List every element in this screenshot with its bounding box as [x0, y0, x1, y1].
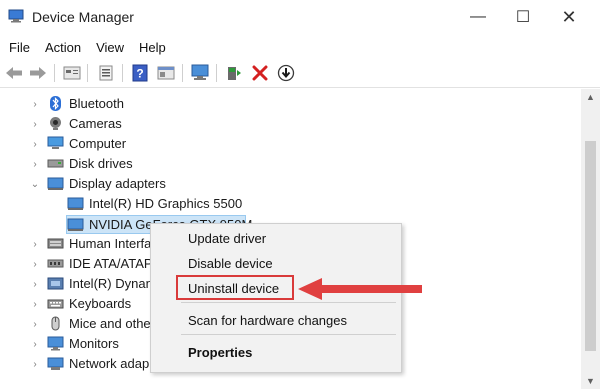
vertical-scrollbar[interactable]: ▲ ▼	[581, 89, 600, 389]
tree-item-human-interface[interactable]: Human Interfa	[69, 236, 151, 251]
chevron-down-icon[interactable]: ⌄	[30, 179, 40, 190]
update-driver-icon[interactable]	[224, 63, 244, 83]
tree-item-network-adapters[interactable]: Network adap	[69, 356, 149, 371]
hid-icon	[47, 238, 64, 249]
menu-bar: File Action View Help	[0, 36, 600, 58]
svg-text:?: ?	[136, 67, 143, 81]
window-title: Device Manager	[32, 9, 134, 25]
menu-properties[interactable]: Properties	[188, 345, 252, 360]
chevron-right-icon[interactable]: ›	[30, 319, 40, 330]
display-adapter-icon	[47, 177, 64, 190]
menu-help[interactable]: Help	[139, 40, 166, 55]
chevron-right-icon[interactable]: ›	[30, 99, 40, 110]
device-manager-icon	[8, 9, 24, 23]
tree-item-monitors[interactable]: Monitors	[69, 336, 119, 351]
back-arrow-icon[interactable]	[4, 63, 24, 83]
properties-icon[interactable]	[62, 63, 82, 83]
tree-item-keyboards[interactable]: Keyboards	[69, 296, 131, 311]
tree-item-ide-ata[interactable]: IDE ATA/ATAPI	[69, 256, 156, 271]
intel-icon	[47, 277, 64, 290]
title-bar: Device Manager — ☐ ✕	[0, 0, 600, 34]
menu-view[interactable]: View	[96, 40, 124, 55]
camera-icon	[50, 117, 61, 130]
chevron-right-icon[interactable]: ›	[30, 339, 40, 350]
tree-item-disk-drives[interactable]: Disk drives	[69, 156, 133, 171]
display-adapter-icon	[67, 218, 84, 231]
display-adapter-icon	[67, 197, 84, 210]
scroll-down-icon[interactable]: ▼	[581, 373, 600, 389]
menu-scan-hardware[interactable]: Scan for hardware changes	[188, 313, 347, 328]
uninstall-icon[interactable]	[250, 63, 270, 83]
keyboard-icon	[47, 299, 64, 309]
menu-file[interactable]: File	[9, 40, 30, 55]
menu-disable-device[interactable]: Disable device	[188, 256, 273, 271]
close-button[interactable]: ✕	[546, 0, 592, 34]
help-icon[interactable]: ?	[130, 63, 150, 83]
tree-item-mice[interactable]: Mice and othe	[69, 316, 151, 331]
mouse-icon	[51, 316, 60, 331]
chevron-right-icon[interactable]: ›	[30, 259, 40, 270]
monitor-icon	[47, 336, 64, 351]
chevron-right-icon[interactable]: ›	[30, 299, 40, 310]
menu-separator	[181, 302, 396, 303]
ide-icon	[47, 259, 64, 268]
chevron-right-icon[interactable]: ›	[30, 139, 40, 150]
menu-action[interactable]: Action	[45, 40, 81, 55]
pointer-arrow-icon	[298, 278, 422, 300]
minimize-button[interactable]: —	[455, 0, 501, 34]
scroll-thumb[interactable]	[585, 141, 596, 351]
tree-item-bluetooth[interactable]: Bluetooth	[69, 96, 124, 111]
menu-separator	[181, 334, 396, 335]
scroll-up-icon[interactable]: ▲	[581, 89, 600, 105]
chevron-right-icon[interactable]: ›	[30, 279, 40, 290]
chevron-right-icon[interactable]: ›	[30, 239, 40, 250]
disk-drive-icon	[47, 159, 64, 168]
uninstall-highlight-box	[176, 275, 294, 300]
network-icon	[47, 357, 64, 370]
toolbar: ?	[0, 60, 600, 88]
tree-item-display-adapters[interactable]: Display adapters	[69, 176, 166, 191]
forward-arrow-icon[interactable]	[28, 63, 48, 83]
resource-view-icon[interactable]	[156, 63, 176, 83]
monitor-icon[interactable]	[190, 63, 210, 83]
tree-item-intel-hd-graphics[interactable]: Intel(R) HD Graphics 5500	[89, 196, 242, 211]
tree-item-cameras[interactable]: Cameras	[69, 116, 122, 131]
maximize-button[interactable]: ☐	[500, 0, 546, 34]
menu-update-driver[interactable]: Update driver	[188, 231, 266, 246]
tree-item-intel-dynamic[interactable]: Intel(R) Dynan	[69, 276, 153, 291]
chevron-right-icon[interactable]: ›	[30, 159, 40, 170]
download-icon[interactable]	[276, 63, 296, 83]
device-list-icon[interactable]	[96, 63, 116, 83]
tree-item-computer[interactable]: Computer	[69, 136, 126, 151]
chevron-right-icon[interactable]: ›	[30, 359, 40, 370]
chevron-right-icon[interactable]: ›	[30, 119, 40, 130]
computer-icon	[47, 136, 64, 149]
bluetooth-icon	[50, 96, 61, 111]
